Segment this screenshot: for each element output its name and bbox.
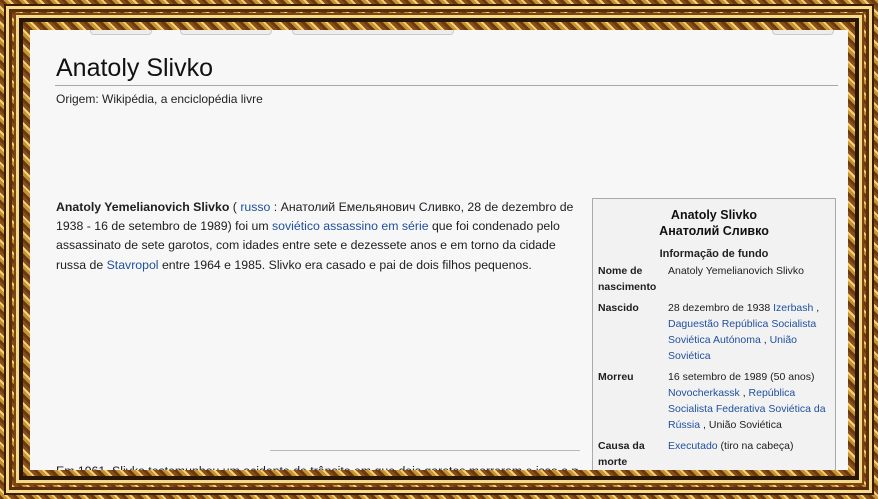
infobox-name-latin: Anatoly Slivko	[670, 208, 758, 222]
link-assassino-em-serie[interactable]: assassino em série	[323, 219, 428, 233]
infobox-value: Anatoly Yemelianovich Slivko	[668, 265, 804, 277]
died-date: 16 setembro de 1989 (50 anos)	[668, 371, 815, 383]
title-divider	[55, 85, 838, 86]
tab-stub-3[interactable]	[292, 30, 454, 35]
infobox: Anatoly Slivko Анатолий Сливко Informaçã…	[592, 198, 836, 470]
tab-stub-4[interactable]	[772, 30, 834, 35]
infobox-section-header: Informação de fundo	[659, 248, 769, 260]
separator: ,	[739, 387, 749, 399]
origin-note: Origem: Wikipédia, a enciclopédia livre	[56, 92, 263, 106]
infobox-label: Causa da morte	[598, 440, 645, 468]
infobox-name-cyrillic: Анатолий Сливко	[659, 224, 769, 238]
tab-stub-1[interactable]	[90, 30, 152, 35]
tab-stub-2[interactable]	[180, 30, 272, 35]
separator: , União Soviética	[700, 419, 782, 431]
lead-text: (	[229, 200, 241, 214]
section-divider	[270, 450, 580, 451]
infobox-label: Morreu	[598, 371, 634, 383]
infobox-title: Anatoly Slivko Анатолий Сливко	[593, 207, 835, 239]
link-sovietico[interactable]: soviético	[272, 219, 320, 233]
born-date: 28 dezembro de 1938	[668, 302, 774, 314]
infobox-label: Nome de nascimento	[598, 265, 657, 293]
link-novocherkassk[interactable]: Novocherkassk	[668, 387, 740, 399]
infobox-label: Nascido	[598, 302, 639, 314]
wiki-page: Anatoly Slivko Origem: Wikipédia, a enci…	[30, 30, 848, 470]
lead-text: entre 1964 e 1985. Slivko era casado e p…	[158, 257, 532, 272]
top-tab-strip	[30, 30, 848, 36]
separator: ,	[813, 302, 820, 314]
infobox-value: Executado (tiro na cabeça)	[668, 438, 834, 454]
page-title: Anatoly Slivko	[56, 54, 214, 82]
link-executado[interactable]: Executado	[668, 440, 718, 452]
infobox-value: 16 setembro de 1989 (50 anos) Novocherkas…	[668, 369, 834, 433]
separator: ,	[760, 334, 770, 346]
link-russo[interactable]: russo	[240, 200, 270, 214]
cause-detail: (tiro na cabeça)	[717, 440, 794, 452]
subject-name: Anatoly Yemelianovich Slivko	[56, 200, 230, 214]
link-stavropol[interactable]: Stavropol	[107, 258, 159, 272]
next-paragraph-partial: Em 1961, Slivko testemunhou um acidente …	[56, 462, 578, 470]
lead-paragraph: Anatoly Yemelianovich Slivko ( russo : А…	[56, 198, 578, 275]
infobox-value: 28 dezembro de 1938 Izerbash , Daguestão…	[668, 300, 834, 364]
link-izerbash[interactable]: Izerbash	[773, 302, 813, 314]
